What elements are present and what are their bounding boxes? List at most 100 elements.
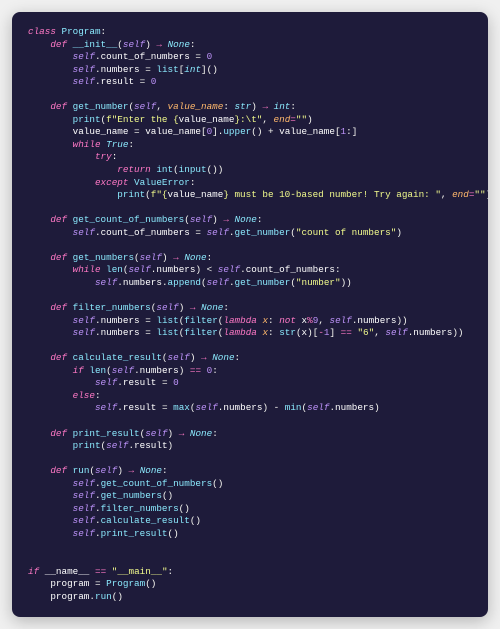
code-token: () — [179, 503, 190, 514]
code-token: ) — [307, 114, 313, 125]
code-token — [28, 76, 73, 87]
code-token: def — [50, 465, 72, 476]
code-token: numbers — [156, 264, 195, 275]
code-token — [28, 64, 73, 75]
code-token — [28, 327, 73, 338]
code-token — [28, 51, 73, 62]
code-token: 0 — [173, 377, 179, 388]
code-token: ) — [486, 189, 488, 200]
code-token: , — [262, 114, 273, 125]
code-token: 0 — [151, 76, 157, 87]
code-token: self — [95, 277, 117, 288]
code-block[interactable]: class Program: def __init__(self) → None… — [28, 26, 472, 603]
code-token: list — [156, 315, 178, 326]
code-token — [28, 252, 50, 263]
code-token: while — [73, 264, 106, 275]
code-token — [28, 591, 50, 602]
code-token: : — [268, 327, 279, 338]
code-token: max — [173, 402, 190, 413]
code-token — [28, 465, 50, 476]
code-token: = — [190, 227, 207, 238]
code-token: self — [218, 264, 240, 275]
code-token: self — [73, 64, 95, 75]
code-token: )) — [452, 327, 463, 338]
code-token: self — [73, 490, 95, 501]
code-token: numbers — [413, 327, 452, 338]
code-token: 0 — [207, 51, 213, 62]
code-token: : — [335, 264, 341, 275]
code-token: upper — [223, 126, 251, 137]
code-token: ]. — [212, 126, 223, 137]
code-token — [28, 528, 73, 539]
code-token: count_of_numbers — [101, 51, 190, 62]
code-token: None — [168, 39, 190, 50]
code-token: () — [145, 578, 156, 589]
code-token: : — [268, 315, 279, 326]
code-token: int — [274, 101, 291, 112]
code-token: )) — [396, 315, 407, 326]
code-token: ) < — [195, 264, 217, 275]
code-token: : — [290, 101, 296, 112]
code-token: str — [279, 327, 296, 338]
code-card: class Program: def __init__(self) → None… — [12, 12, 488, 617]
code-token: None — [190, 428, 212, 439]
code-token: print_result — [101, 528, 168, 539]
code-token: == — [95, 566, 106, 577]
code-token: = — [140, 327, 157, 338]
code-token: self — [95, 377, 117, 388]
code-token: numbers — [335, 402, 374, 413]
code-token — [28, 490, 73, 501]
code-token: self — [145, 428, 167, 439]
code-token: () — [168, 528, 179, 539]
code-token: ) — [212, 214, 223, 225]
code-token: self — [307, 402, 329, 413]
code-token: filter — [184, 315, 217, 326]
code-token: () — [162, 490, 173, 501]
code-token: print — [73, 114, 101, 125]
code-token: int — [184, 64, 201, 75]
code-token: get_number — [73, 101, 129, 112]
code-token: self — [195, 402, 217, 413]
code-token: result — [101, 76, 134, 87]
code-token — [28, 402, 95, 413]
code-token: get_number — [235, 277, 291, 288]
code-token: = — [89, 578, 106, 589]
code-token — [28, 189, 117, 200]
code-token: f"Enter the { — [106, 114, 179, 125]
code-token: : — [190, 39, 196, 50]
code-token: = — [140, 64, 157, 75]
code-token — [28, 302, 50, 313]
code-token: = — [134, 76, 151, 87]
code-token: int — [156, 164, 173, 175]
code-token: self — [112, 365, 134, 376]
code-token: value_name — [73, 126, 129, 137]
code-token: = — [156, 377, 173, 388]
code-token: result — [134, 440, 167, 451]
code-token — [28, 139, 73, 150]
code-token: def — [50, 352, 72, 363]
code-token: end — [452, 189, 469, 200]
code-token — [28, 578, 50, 589]
code-token: None — [201, 302, 223, 313]
code-token — [28, 277, 95, 288]
code-token: self — [207, 227, 229, 238]
code-token: def — [50, 302, 72, 313]
code-token: __name__ — [45, 566, 90, 577]
code-token: numbers — [223, 402, 262, 413]
code-token: self — [95, 465, 117, 476]
code-token: self — [73, 515, 95, 526]
code-token: except — [95, 177, 134, 188]
code-token: = — [140, 315, 157, 326]
code-token: }:\t" — [234, 114, 262, 125]
code-token: count_of_numbers — [246, 264, 335, 275]
code-token: "count of numbers" — [296, 227, 396, 238]
code-token: : — [190, 177, 196, 188]
code-token: input — [179, 164, 207, 175]
code-token: ) — [179, 365, 190, 376]
code-token: filter — [184, 327, 217, 338]
code-token: )) — [341, 277, 352, 288]
code-token: not — [279, 315, 301, 326]
code-token — [28, 101, 50, 112]
code-token: ) — [162, 252, 173, 263]
code-token: self — [73, 478, 95, 489]
